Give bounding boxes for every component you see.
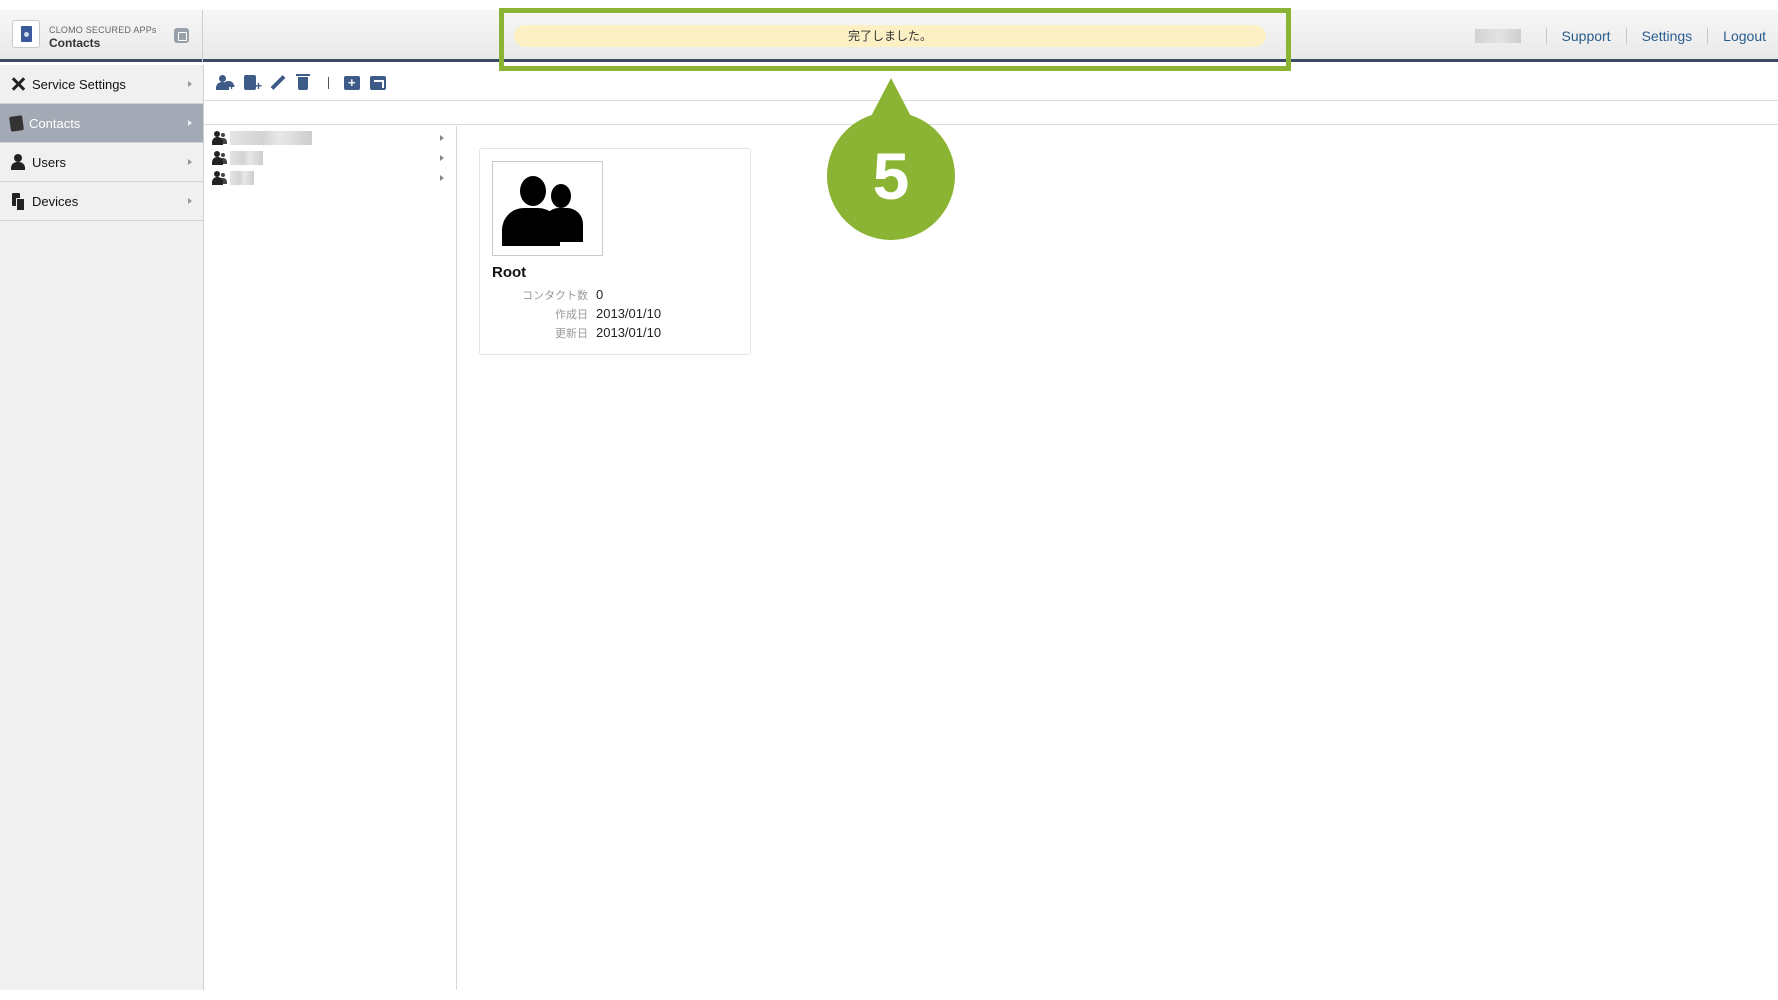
sidebar-item-label: Users bbox=[32, 154, 66, 170]
group-meta: コンタクト数 0 作成日 2013/01/10 更新日 2013/01/10 bbox=[492, 285, 742, 342]
meta-value: 2013/01/10 bbox=[596, 306, 662, 321]
devices-icon bbox=[10, 193, 26, 211]
support-link[interactable]: Support bbox=[1562, 28, 1611, 44]
meta-value: 2013/01/10 bbox=[596, 325, 662, 340]
tree-item[interactable] bbox=[204, 168, 456, 188]
meta-label: 作成日 bbox=[555, 308, 588, 321]
sidebar-item-devices[interactable]: Devices bbox=[0, 182, 203, 221]
meta-row: 作成日 2013/01/10 bbox=[492, 304, 742, 323]
sidebar-item-contacts[interactable]: Contacts bbox=[0, 104, 203, 143]
top-navigation: Support Settings Logout bbox=[1474, 10, 1766, 62]
delete-icon[interactable] bbox=[294, 73, 314, 92]
chevron-right-icon bbox=[440, 135, 444, 141]
tree-item-label bbox=[230, 171, 254, 185]
meta-label: 更新日 bbox=[555, 327, 588, 340]
chevron-right-icon bbox=[188, 159, 192, 165]
add-folder-icon[interactable] bbox=[343, 74, 363, 92]
group-card[interactable]: Root コンタクト数 0 作成日 2013/01/10 更新日 2013/01… bbox=[479, 148, 751, 355]
sidebar-item-users[interactable]: Users bbox=[0, 143, 203, 182]
group-icon bbox=[212, 171, 228, 185]
add-contact-icon[interactable]: + bbox=[216, 74, 236, 92]
chevron-right-icon bbox=[188, 81, 192, 87]
logout-link[interactable]: Logout bbox=[1723, 28, 1766, 44]
highlight-frame bbox=[499, 8, 1291, 71]
tree-item-label bbox=[230, 151, 263, 165]
chevron-right-icon bbox=[188, 198, 192, 204]
user-icon bbox=[10, 154, 26, 170]
sidebar-item-label: Devices bbox=[32, 193, 79, 209]
app-switch-icon[interactable] bbox=[174, 28, 189, 43]
sidebar: Service Settings Contacts Users Devices bbox=[0, 65, 204, 990]
nav-divider bbox=[1707, 28, 1709, 44]
meta-value: 0 bbox=[596, 287, 604, 302]
chevron-right-icon bbox=[188, 120, 192, 126]
add-address-book-icon[interactable]: + bbox=[242, 74, 262, 92]
sidebar-item-label: Service Settings bbox=[32, 76, 126, 92]
nav-divider bbox=[1545, 28, 1547, 44]
app-brand: CLOMO SECURED APPs Contacts bbox=[0, 10, 203, 62]
address-book-icon bbox=[9, 114, 24, 132]
tree-item[interactable] bbox=[204, 148, 456, 168]
chevron-right-icon bbox=[440, 175, 444, 181]
group-icon bbox=[212, 131, 228, 145]
edit-icon[interactable] bbox=[268, 74, 288, 92]
step-number-badge: 5 bbox=[827, 112, 955, 240]
meta-row: 更新日 2013/01/10 bbox=[492, 323, 742, 342]
group-icon-body bbox=[502, 208, 560, 246]
group-icon bbox=[212, 151, 228, 165]
brand-title: Contacts bbox=[49, 36, 101, 50]
chevron-right-icon bbox=[440, 155, 444, 161]
contacts-app-logo-icon bbox=[12, 20, 40, 48]
tree-item[interactable] bbox=[204, 128, 456, 148]
meta-label: コンタクト数 bbox=[522, 289, 588, 302]
nav-divider bbox=[1625, 28, 1627, 44]
meta-row: コンタクト数 0 bbox=[492, 285, 742, 304]
group-icon-head bbox=[520, 176, 546, 206]
sidebar-item-service-settings[interactable]: Service Settings bbox=[0, 65, 203, 104]
move-folder-icon[interactable] bbox=[369, 74, 389, 92]
sidebar-item-label: Contacts bbox=[29, 115, 81, 131]
brand-subtitle: CLOMO SECURED APPs bbox=[49, 25, 157, 35]
group-tree bbox=[204, 126, 457, 990]
tools-icon bbox=[10, 76, 26, 92]
account-name bbox=[1474, 29, 1521, 43]
group-avatar bbox=[492, 161, 603, 256]
group-name: Root bbox=[492, 264, 527, 281]
sub-toolbar bbox=[204, 101, 1778, 125]
group-icon bbox=[551, 184, 571, 208]
toolbar-divider bbox=[328, 76, 329, 89]
settings-link[interactable]: Settings bbox=[1642, 28, 1693, 44]
tree-item-label bbox=[230, 131, 312, 145]
